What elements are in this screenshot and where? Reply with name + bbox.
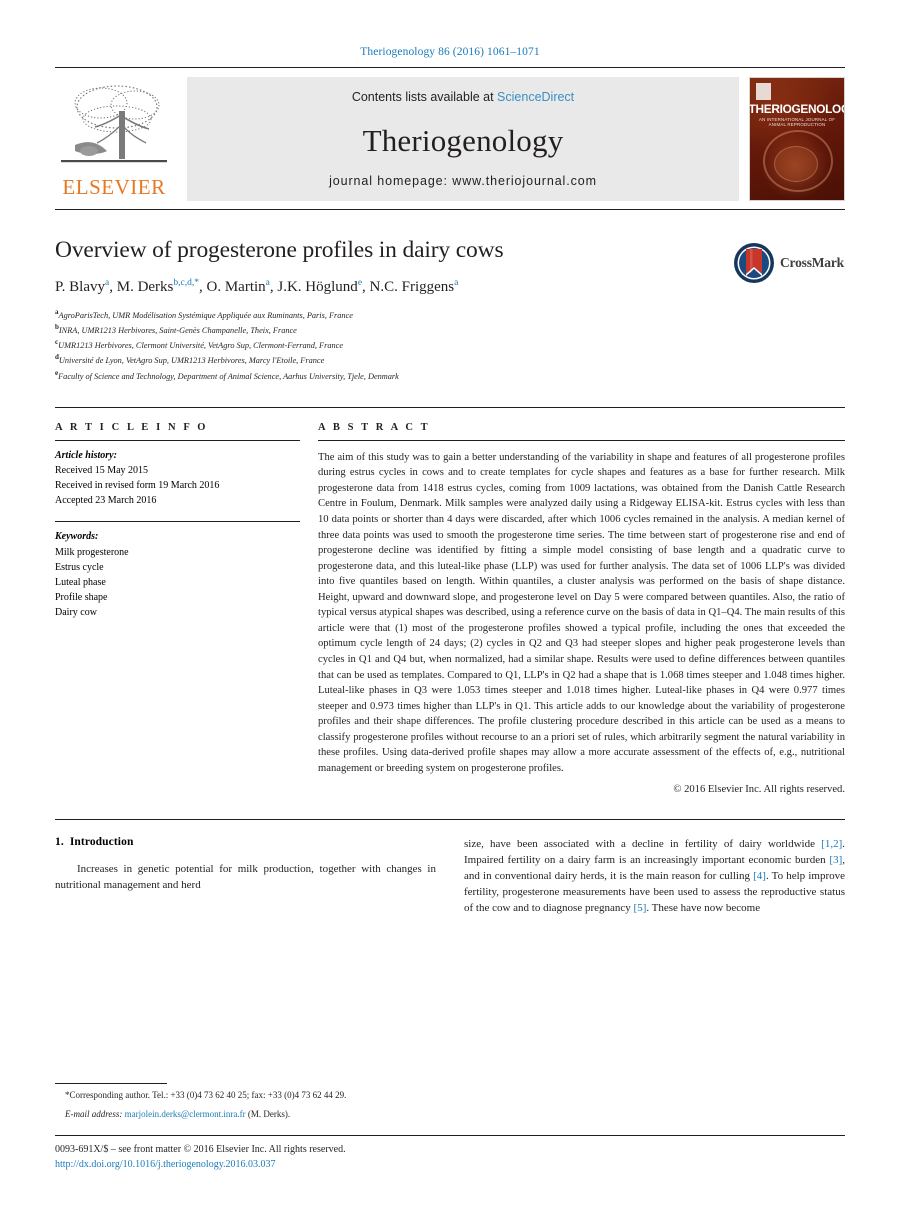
keywords-rule (55, 521, 300, 523)
article-info-column: A R T I C L E I N F O Article history: R… (55, 422, 318, 795)
author-affiliation-mark: e (357, 278, 363, 289)
keyword-item: Luteal phase (55, 577, 106, 589)
email-address-label: E-mail address: (65, 1109, 125, 1120)
affiliation-list: aAgroParisTech, UMR Modélisation Systémi… (55, 307, 845, 383)
author-name: N.C. Friggens (369, 279, 455, 296)
info-abstract-row: A R T I C L E I N F O Article history: R… (55, 422, 845, 795)
citation-link[interactable]: [4] (753, 870, 766, 882)
body-text-run: size, have been associated with a declin… (464, 837, 822, 850)
citation-link[interactable]: [3] (829, 854, 842, 866)
keyword-item: Milk progesterone (55, 546, 129, 558)
journal-title: Theriogenology (362, 122, 564, 158)
top-rule (55, 67, 845, 68)
author-name: O. Martin (206, 279, 266, 296)
history-items: Received 15 May 2015 Received in revised … (55, 463, 300, 509)
affiliation-mark: d (55, 353, 59, 362)
crossmark-icon (733, 242, 775, 284)
affiliation-mark: c (55, 338, 59, 347)
email-owner: (M. Derks). (245, 1109, 291, 1120)
article-info-heading: A R T I C L E I N F O (55, 421, 209, 433)
section-title: Introduction (69, 835, 134, 848)
abstract-text: The aim of this study was to gain a bett… (318, 451, 845, 774)
article-page: Theriogenology 86 (2016) 1061–1071 ELSEV… (0, 0, 900, 1230)
sciencedirect-banner: Contents lists available at ScienceDirec… (187, 77, 739, 201)
journal-cover-thumbnail: THERIOGENOLOGY AN INTERNATIONAL JOURNAL … (749, 77, 845, 201)
affiliation-item: cUMR1213 Herbivores, Clermont Université… (55, 338, 344, 350)
issn-copyright-line: 0093-691X/$ – see front matter © 2016 El… (55, 1144, 346, 1155)
author-list: P. Blavya, M. Derksb,c,d,*, O. Martina, … (55, 278, 459, 296)
body-text-run: . These have now become (646, 902, 761, 915)
crossmark-label: CrossMark (780, 255, 844, 270)
abstract-column: A B S T R A C T The aim of this study wa… (318, 422, 845, 795)
article-history-label: Article history: (55, 449, 117, 461)
footer-rule (55, 1135, 845, 1136)
journal-homepage[interactable]: journal homepage: www.theriojournal.com (329, 174, 597, 188)
cover-cell-inner (774, 146, 818, 182)
author-name: P. Blavy (55, 279, 106, 296)
keyword-item: Dairy cow (55, 607, 97, 619)
author-name: J.K. Höglund (277, 279, 358, 296)
elsevier-logo: ELSEVIER (55, 77, 177, 201)
journal-masthead: ELSEVIER Contents lists available at Sci… (55, 77, 845, 201)
affiliation-mark: a (55, 307, 59, 316)
history-item: Accepted 23 March 2016 (55, 495, 157, 507)
affiliation-item: bINRA, UMR1213 Herbivores, Saint-Genès C… (55, 322, 297, 335)
history-item: Received in revised form 19 March 2016 (55, 480, 220, 492)
title-block: CrossMark Overview of progesterone profi… (55, 236, 845, 383)
abstract-heading: A B S T R A C T (318, 421, 431, 433)
article-history-group: Article history: Received 15 May 2015 Rec… (55, 448, 300, 509)
intro-paragraph-right: size, have been associated with a declin… (464, 836, 845, 917)
elsevier-wordmark: ELSEVIER (62, 177, 166, 199)
corresponding-author-footnote: *Corresponding author. Tel.: +33 (0)4 73… (55, 1083, 445, 1122)
affiliation-mark: b (55, 322, 59, 331)
article-info-rule (55, 439, 300, 441)
article-title: Overview of progesterone profiles in dai… (55, 237, 504, 263)
masthead-rule (55, 209, 845, 210)
abstract-rule (318, 439, 845, 441)
affiliation-mark: e (55, 368, 59, 377)
author-affiliation-mark: b,c,d, (173, 278, 195, 289)
contents-available-line: Contents lists available at ScienceDirec… (352, 90, 574, 104)
keyword-items: Milk progesterone Estrus cycle Luteal phas… (55, 545, 300, 621)
info-section-rule (55, 406, 845, 408)
cover-title-text: THERIOGENOLOGY (749, 104, 844, 116)
affiliation-item: aAgroParisTech, UMR Modélisation Systémi… (55, 307, 353, 320)
affiliation-item: eFaculty of Science and Technology, Depa… (55, 368, 399, 381)
cover-publisher-mark (756, 83, 771, 100)
email-address-link[interactable]: marjolein.derks@clermont.inra.fr (125, 1109, 246, 1119)
citation-link[interactable]: [5] (634, 902, 647, 914)
sciencedirect-link[interactable]: ScienceDirect (497, 90, 574, 104)
body-section-rule (55, 818, 845, 820)
keywords-label: Keywords: (55, 531, 99, 543)
body-columns: 1. Introduction Increases in genetic pote… (55, 836, 845, 1036)
author-affiliation-mark: a (265, 278, 270, 289)
corresponding-author-mark: * (194, 278, 199, 289)
body-column-right: size, have been associated with a declin… (464, 836, 845, 1036)
page-footer: 0093-691X/$ – see front matter © 2016 El… (55, 1135, 845, 1172)
doi-link[interactable]: http://dx.doi.org/10.1016/j.theriogenolo… (55, 1157, 555, 1172)
keyword-item: Profile shape (55, 592, 108, 604)
citation-link[interactable]: [1,2] (821, 838, 842, 850)
author-affiliation-mark: a (454, 278, 459, 289)
abstract-copyright: © 2016 Elsevier Inc. All rights reserved… (673, 783, 845, 795)
affiliation-item: dUniversité de Lyon, VetAgro Sup, UMR121… (55, 353, 325, 366)
section-number: 1. (55, 835, 64, 848)
contents-prefix: Contents lists available at (351, 90, 498, 104)
elsevier-tree-icon (55, 81, 173, 177)
running-head: Theriogenology 86 (2016) 1061–1071 (360, 46, 540, 58)
footnote-rule (55, 1083, 167, 1085)
keyword-item: Estrus cycle (55, 561, 104, 573)
intro-paragraph-left: Increases in genetic potential for milk … (55, 862, 436, 891)
footnote-email-line: E-mail address: marjolein.derks@clermont… (55, 1108, 445, 1122)
crossmark-badge[interactable]: CrossMark (733, 240, 845, 286)
history-item: Received 15 May 2015 (55, 464, 149, 476)
author-affiliation-mark: a (105, 278, 110, 289)
footnote-corresponding: *Corresponding author. Tel.: +33 (0)4 73… (65, 1090, 347, 1101)
introduction-heading: 1. Introduction (55, 836, 436, 848)
author-name: M. Derks (116, 279, 174, 296)
body-column-left: 1. Introduction Increases in genetic pote… (55, 836, 436, 1036)
cover-subtitle-text: AN INTERNATIONAL JOURNAL OF ANIMAL REPRO… (758, 117, 836, 127)
keywords-group: Keywords: Milk progesterone Estrus cycle L… (55, 529, 300, 620)
